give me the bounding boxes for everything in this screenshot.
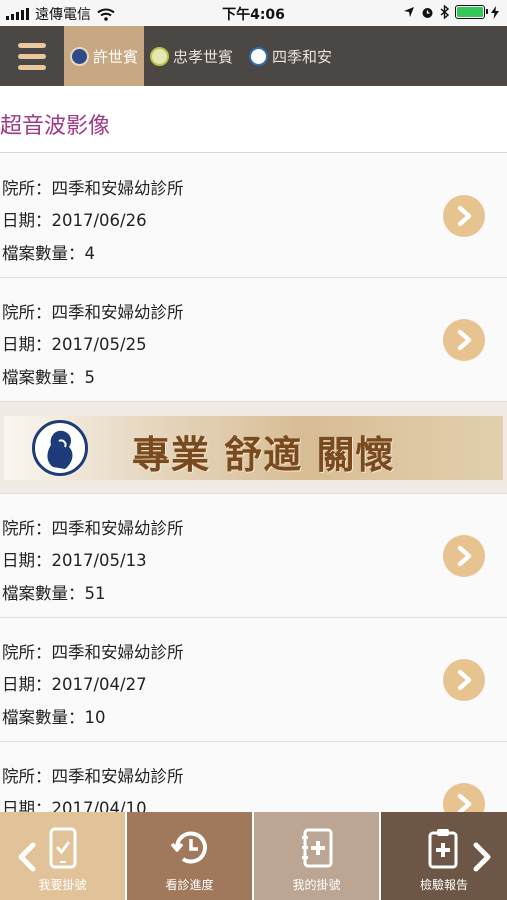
list-item[interactable]: 院所：四季和安婦幼診所 日期：2017/05/13 檔案數量：51 [0,494,507,618]
list-item[interactable]: 院所：四季和安婦幼診所 日期：2017/04/27 檔案數量：10 [0,618,507,742]
tab-patient-1[interactable]: 許世賓 [64,26,145,86]
list-item[interactable]: 院所：四季和安婦幼診所 日期：2017/06/26 檔案數量：4 [0,154,507,278]
tab-label: 檢驗報告 [419,878,468,892]
date-text: 日期：2017/05/25 [2,335,147,354]
phone-check-icon [41,826,85,870]
bluetooth-icon [440,5,449,19]
tab-progress[interactable]: 看診進度 [127,812,254,900]
leaf-logo-icon [150,46,169,66]
menu-bar [18,53,46,59]
person-avatar-icon [70,46,89,66]
notebook-plus-icon [295,826,339,870]
tab-label: 我的掛號 [292,878,341,892]
tab-label: 四季和安 [272,47,333,66]
banner-strip: 專業 舒適 關懷 [4,416,503,480]
bottom-tab-bar: 我要掛號 看診進度 我的掛號 檢驗報告 [0,812,507,900]
tab-register[interactable]: 我要掛號 [0,812,127,900]
clinic-text: 院所：四季和安婦幼診所 [2,519,184,538]
clipboard-medical-icon [422,826,466,870]
divider [0,152,507,153]
list-item[interactable]: 院所：四季和安婦幼診所 日期：2017/05/25 檔案數量：5 [0,278,507,402]
tab-patient-3[interactable]: 四季和安 [249,26,332,86]
chevron-right-icon[interactable] [443,195,485,237]
battery-icon [455,5,488,19]
status-right [403,5,499,19]
file-count-text: 檔案數量：5 [2,368,95,387]
clinic-text: 院所：四季和安婦幼診所 [2,643,184,662]
clinic-text: 院所：四季和安婦幼診所 [2,179,184,198]
promo-banner: 專業 舒適 關懷 [0,402,507,494]
tab-my-registrations[interactable]: 我的掛號 [254,812,381,900]
date-text: 日期：2017/04/27 [2,675,147,694]
flower-logo-icon [249,46,268,66]
arrow-right-icon[interactable] [471,842,493,872]
top-navigation: 許世賓 忠孝世賓 四季和安 [0,26,507,86]
tab-label: 看診進度 [165,878,214,892]
page-title: 超音波影像 [0,114,111,139]
tab-patient-2[interactable]: 忠孝世賓 [150,26,233,86]
hamburger-menu-button[interactable] [0,26,64,86]
clinic-logo-icon [32,420,88,476]
arrow-left-icon[interactable] [16,842,38,872]
tab-lab-report[interactable]: 檢驗報告 [381,812,507,900]
alarm-icon [422,7,433,18]
charging-bolt-icon [491,5,499,19]
location-arrow-icon [404,7,414,17]
clinic-text: 院所：四季和安婦幼診所 [2,303,184,322]
clinic-text: 院所：四季和安婦幼診所 [2,767,184,786]
status-bar: 遠傳電信 下午4:06 [0,0,507,26]
menu-bar [18,64,46,70]
chevron-right-icon[interactable] [443,659,485,701]
file-count-text: 檔案數量：10 [2,708,106,727]
tab-label: 忠孝世賓 [173,47,234,66]
tab-label: 我要掛號 [38,878,87,892]
menu-bar [18,42,46,48]
file-count-text: 檔案數量：4 [2,244,95,263]
date-text: 日期：2017/06/26 [2,211,147,230]
clock-history-icon [168,826,212,870]
file-count-text: 檔案數量：51 [2,584,106,603]
banner-slogan: 專業 舒適 關懷 [132,432,395,477]
chevron-right-icon[interactable] [443,319,485,361]
chevron-right-icon[interactable] [443,535,485,577]
date-text: 日期：2017/05/13 [2,551,147,570]
tab-label: 許世賓 [93,47,139,66]
